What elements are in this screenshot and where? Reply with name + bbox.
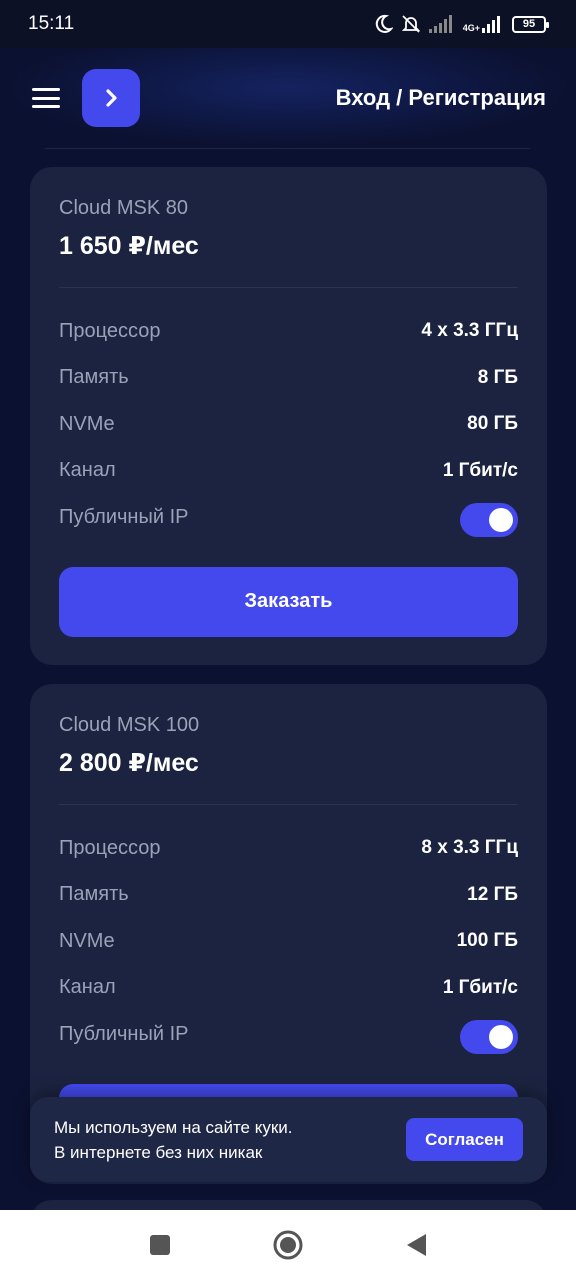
toggle-knob: [489, 508, 513, 533]
spec-label: Канал: [59, 459, 116, 482]
plan-price: 1 650 ₽/мес: [59, 232, 199, 260]
spec-label: Память: [59, 366, 129, 389]
spec-list: Процессор 8 x 3.3 ГГц Память 12 ГБ NVMe …: [59, 825, 518, 1058]
spec-value: 1 Гбит/с: [442, 459, 518, 481]
hamburger-icon[interactable]: [32, 88, 60, 108]
toggle-knob: [489, 1025, 513, 1050]
order-button[interactable]: Заказать: [59, 566, 518, 637]
recent-apps-icon[interactable]: [143, 1228, 177, 1262]
public-ip-toggle[interactable]: [460, 503, 518, 538]
header-divider: [45, 148, 530, 149]
spec-label: Процессор: [59, 319, 161, 342]
spec-value: 80 ГБ: [467, 413, 518, 435]
plan-name: Cloud MSK 80: [59, 197, 188, 219]
public-ip-label: Публичный IP: [59, 505, 189, 528]
moon-icon: [373, 14, 393, 34]
back-icon[interactable]: [399, 1228, 433, 1262]
spec-row-cpu: Процессор 4 x 3.3 ГГц: [59, 308, 518, 355]
spec-row-public-ip: Публичный IP: [59, 1011, 518, 1058]
spec-label: Память: [59, 883, 129, 906]
cookie-message: Мы используем на сайте куки. В интернете…: [54, 1115, 406, 1165]
spec-value: 1 Гбит/с: [442, 976, 518, 998]
system-nav-bar: [0, 1210, 576, 1280]
cookie-banner: Мы используем на сайте куки. В интернете…: [30, 1097, 547, 1182]
spec-row-storage: NVMe 80 ГБ: [59, 401, 518, 448]
chevron-right-icon: [106, 89, 117, 107]
card-divider: [59, 287, 518, 288]
cookie-line-1: Мы используем на сайте куки.: [54, 1117, 293, 1137]
signal-icon: [428, 15, 455, 33]
spec-row-cpu: Процессор 8 x 3.3 ГГц: [59, 825, 518, 872]
spec-value: 8 x 3.3 ГГц: [421, 837, 518, 859]
spec-label: NVMe: [59, 412, 115, 435]
spec-row-storage: NVMe 100 ГБ: [59, 918, 518, 965]
status-bar: 15:11 4G+ 95: [0, 0, 576, 48]
plan-price: 2 800 ₽/мес: [59, 749, 199, 777]
plan-name: Cloud MSK 100: [59, 714, 200, 736]
bell-off-icon: [401, 14, 421, 34]
network-label: 4G+: [462, 23, 480, 33]
public-ip-toggle[interactable]: [460, 1020, 518, 1055]
logo[interactable]: [82, 69, 140, 127]
spec-label: Канал: [59, 976, 116, 999]
spec-list: Процессор 4 x 3.3 ГГц Память 8 ГБ NVMe 8…: [59, 308, 518, 541]
spec-row-memory: Память 8 ГБ: [59, 355, 518, 402]
plan-card: Cloud MSK 80 1 650 ₽/мес Процессор 4 x 3…: [30, 167, 547, 665]
battery-icon: 95: [512, 15, 549, 33]
spec-row-public-ip: Публичный IP: [59, 494, 518, 541]
home-icon[interactable]: [271, 1228, 305, 1262]
spec-row-bandwidth: Канал 1 Гбит/с: [59, 448, 518, 495]
site-header: Вход / Регистрация: [0, 48, 576, 148]
spec-row-memory: Память 12 ГБ: [59, 872, 518, 919]
spec-value: 100 ГБ: [456, 930, 518, 952]
cookie-line-2: В интернете без них никак: [54, 1142, 263, 1162]
spec-value: 12 ГБ: [467, 883, 518, 905]
public-ip-label: Публичный IP: [59, 1022, 189, 1045]
spec-value: 4 x 3.3 ГГц: [421, 320, 518, 342]
card-divider: [59, 804, 518, 805]
spec-label: Процессор: [59, 836, 161, 859]
battery-level: 95: [522, 18, 536, 30]
spec-value: 8 ГБ: [477, 366, 518, 388]
status-time: 15:11: [28, 13, 75, 34]
signal-4g-icon: 4G+: [463, 15, 504, 33]
spec-row-bandwidth: Канал 1 Гбит/с: [59, 965, 518, 1012]
cookie-accept-button[interactable]: Согласен: [406, 1118, 523, 1161]
spec-label: NVMe: [59, 929, 115, 952]
status-icons: 4G+ 95: [373, 14, 549, 34]
login-register-link[interactable]: Вход / Регистрация: [336, 85, 546, 111]
